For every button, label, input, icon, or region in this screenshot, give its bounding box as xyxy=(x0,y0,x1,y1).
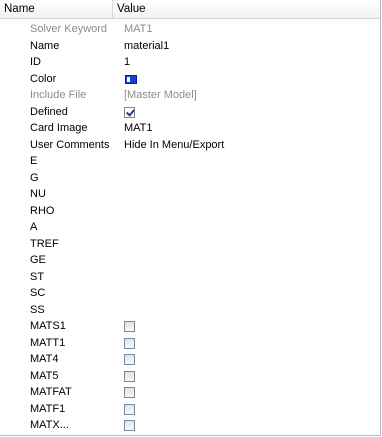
property-value-card-image[interactable]: MAT1 xyxy=(124,120,153,137)
property-name-name: Name xyxy=(30,39,60,52)
property-name-tref: TREF xyxy=(30,237,59,250)
property-row-color[interactable]: Color xyxy=(0,71,380,88)
property-value-name[interactable]: material1 xyxy=(124,38,169,55)
name-column-header[interactable]: Name xyxy=(4,0,35,18)
color-swatch-button[interactable] xyxy=(125,74,137,84)
property-name-a: A xyxy=(30,221,38,233)
mats1-checkbox[interactable] xyxy=(124,321,135,332)
property-row-mats1[interactable]: MATS1 xyxy=(0,318,380,335)
property-row-e[interactable]: E xyxy=(0,153,380,170)
mat4-checkbox[interactable] xyxy=(124,354,135,365)
property-row-matx[interactable]: MATX... xyxy=(0,417,380,434)
property-row-id[interactable]: ID 1 xyxy=(0,54,380,71)
property-name-card-image: Card Image xyxy=(30,122,88,134)
property-row-card-image[interactable]: Card Image MAT1 xyxy=(0,120,380,137)
property-row-defined[interactable]: Defined xyxy=(0,104,380,121)
column-header: Name Value xyxy=(0,0,380,19)
property-name-rho: RHO xyxy=(30,204,55,217)
property-name-e: E xyxy=(30,155,38,167)
property-row-matfat[interactable]: MATFAT xyxy=(0,384,380,401)
value-column-header[interactable]: Value xyxy=(117,0,146,18)
property-row-include-file[interactable]: Include File [Master Model] xyxy=(0,87,380,104)
property-value-solver-keyword: MAT1 xyxy=(124,23,153,35)
property-grid: Name Value Solver Keyword MAT1 Name materia… xyxy=(0,0,381,436)
property-name-sc: SC xyxy=(30,287,46,299)
property-row-user-comments[interactable]: User Comments Hide In Menu/Export xyxy=(0,137,380,154)
property-name-nu: NU xyxy=(30,188,46,200)
property-name-st: ST xyxy=(30,270,45,283)
property-value-include-file: [Master Model] xyxy=(124,89,197,101)
property-row-st[interactable]: ST xyxy=(0,269,380,286)
matf1-checkbox[interactable] xyxy=(124,403,135,415)
defined-checkbox[interactable] xyxy=(124,106,135,118)
property-name-user-comments: User Comments xyxy=(30,138,110,151)
property-row-mat5[interactable]: MAT5 xyxy=(0,368,380,385)
property-name-mat4: MAT4 xyxy=(30,353,59,365)
property-rows: Solver Keyword MAT1 Name material1 ID 1 Color I… xyxy=(0,21,380,434)
property-row-tref[interactable]: TREF xyxy=(0,236,380,253)
property-row-ss[interactable]: SS xyxy=(0,302,380,319)
property-name-id: ID xyxy=(30,56,41,68)
property-name-g: G xyxy=(30,171,39,184)
property-name-defined: Defined xyxy=(30,105,68,118)
property-name-matx: MATX... xyxy=(30,419,69,431)
mat5-checkbox[interactable] xyxy=(124,370,135,382)
property-row-matt1[interactable]: MATT1 xyxy=(0,335,380,352)
matfat-checkbox[interactable] xyxy=(124,387,135,398)
property-name-matt1: MATT1 xyxy=(30,336,66,349)
property-row-a[interactable]: A xyxy=(0,219,380,236)
property-row-sc[interactable]: SC xyxy=(0,285,380,302)
property-name-include-file: Include File xyxy=(30,89,87,101)
property-name-ge: GE xyxy=(30,254,46,266)
property-name-color: Color xyxy=(30,72,57,85)
property-row-name[interactable]: Name material1 xyxy=(0,38,380,55)
property-name-mats1: MATS1 xyxy=(30,320,66,332)
property-row-rho[interactable]: RHO xyxy=(0,203,380,220)
property-row-matf1[interactable]: MATF1 xyxy=(0,401,380,418)
property-row-nu[interactable]: NU xyxy=(0,186,380,203)
property-name-mat5: MAT5 xyxy=(30,369,59,382)
property-row-g[interactable]: G xyxy=(0,170,380,187)
property-value-id[interactable]: 1 xyxy=(124,54,130,71)
matx-checkbox[interactable] xyxy=(124,420,135,431)
column-divider[interactable] xyxy=(112,0,113,18)
property-name-matf1: MATF1 xyxy=(30,402,66,415)
property-row-mat4[interactable]: MAT4 xyxy=(0,351,380,368)
property-row-ge[interactable]: GE xyxy=(0,252,380,269)
property-name-matfat: MATFAT xyxy=(30,386,72,398)
property-name-ss: SS xyxy=(30,303,45,316)
property-name-solver-keyword: Solver Keyword xyxy=(30,23,108,35)
property-value-user-comments[interactable]: Hide In Menu/Export xyxy=(124,137,224,154)
property-row-solver-keyword[interactable]: Solver Keyword MAT1 xyxy=(0,21,380,38)
matt1-checkbox[interactable] xyxy=(124,337,135,349)
